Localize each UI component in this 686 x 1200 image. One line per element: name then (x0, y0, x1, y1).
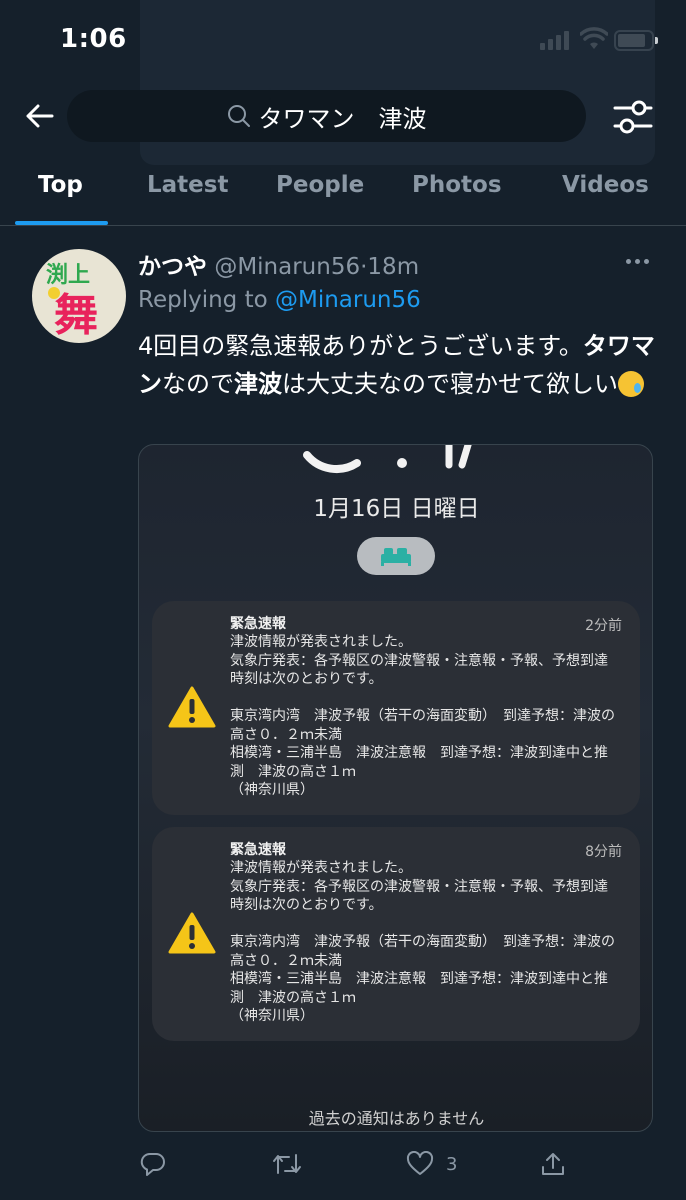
like-button[interactable]: 3 (406, 1151, 457, 1177)
notification-time: 2分前 (585, 618, 622, 634)
avatar-text-main: 舞 (54, 290, 98, 341)
search-icon (227, 105, 250, 127)
heart-icon (406, 1151, 434, 1175)
notification-body: 津波情報が発表されました。 気象庁発表：各予報区の津波警報・注意報・予報、予想到… (230, 634, 615, 798)
more-options-icon[interactable] (626, 251, 652, 271)
tweet-text: 4回目の緊急速報ありがとうございます。タワマンなので津波は大丈夫なので寝かせて欲… (138, 327, 658, 403)
search-query: タワマン 津波 (258, 104, 427, 133)
tweet-media-image[interactable]: 1月16日 日曜日 緊急速報 2分前 津波情報が発表されました。 気象庁発表：各… (138, 444, 653, 1132)
lock-screen-date: 1月16日 日曜日 (313, 496, 480, 522)
lock-screen-clock (303, 445, 472, 473)
status-time: 1:06 (60, 24, 127, 54)
notification-time: 8分前 (585, 844, 622, 860)
tweet-text-part-3: は大丈夫なので寝かせて欲しい (282, 370, 618, 398)
reply-button[interactable] (140, 1151, 166, 1177)
replying-prefix: Replying to (138, 287, 275, 313)
emergency-notification: 緊急速報 2分前 津波情報が発表されました。 気象庁発表：各予報区の津波警報・注… (152, 601, 640, 815)
tweet-text-part-2: なので (162, 370, 234, 398)
like-count: 3 (446, 1153, 458, 1175)
filter-settings-icon[interactable] (612, 98, 654, 136)
reply-mention-link[interactable]: @Minarun56 (275, 287, 421, 313)
tweet-action-bar: 3 (138, 1147, 658, 1187)
tweet-time[interactable]: 18m (367, 254, 419, 280)
emergency-notification: 緊急速報 8分前 津波情報が発表されました。 気象庁発表：各予報区の津波警報・注… (152, 827, 640, 1041)
warning-icon (168, 686, 216, 728)
sleep-mode-icon (357, 537, 435, 575)
tweet-text-part-1: 4回目の緊急速報ありがとうございます。 (138, 332, 583, 360)
tweet[interactable]: 渕上 舞 かつや @Minarun56·18m Replying to @Min… (0, 227, 686, 1200)
no-older-notifications: 過去の通知はありません (308, 1109, 485, 1128)
avatar[interactable]: 渕上 舞 (32, 249, 126, 343)
highlight-keyword-2: 津波 (234, 370, 282, 398)
back-arrow-icon[interactable] (22, 98, 58, 134)
tab-top[interactable]: Top (38, 172, 83, 198)
author-name[interactable]: かつや (138, 254, 207, 280)
tab-latest[interactable]: Latest (147, 172, 228, 198)
share-icon (542, 1153, 564, 1175)
tweet-header: かつや @Minarun56·18m (138, 247, 419, 281)
tab-videos[interactable]: Videos (562, 172, 649, 198)
search-tabs: Top Latest People Photos Videos (0, 160, 686, 226)
crying-face-icon (618, 371, 644, 397)
reply-icon (140, 1152, 165, 1176)
warning-icon (168, 912, 216, 954)
retweet-button[interactable] (272, 1151, 302, 1177)
notification-body: 津波情報が発表されました。 気象庁発表：各予報区の津波警報・注意報・予報、予想到… (230, 860, 615, 1024)
author-handle[interactable]: @Minarun56 (214, 254, 360, 280)
replying-to: Replying to @Minarun56 (138, 287, 421, 313)
tab-people[interactable]: People (276, 172, 364, 198)
share-button[interactable] (540, 1151, 566, 1177)
notification-title: 緊急速報 (230, 616, 286, 632)
search-input[interactable]: タワマン 津波 (67, 90, 586, 142)
retweet-icon (273, 1154, 301, 1174)
active-tab-indicator (15, 221, 108, 225)
notification-title: 緊急速報 (230, 842, 286, 858)
tab-photos[interactable]: Photos (412, 172, 502, 198)
search-header: タワマン 津波 (0, 86, 686, 146)
